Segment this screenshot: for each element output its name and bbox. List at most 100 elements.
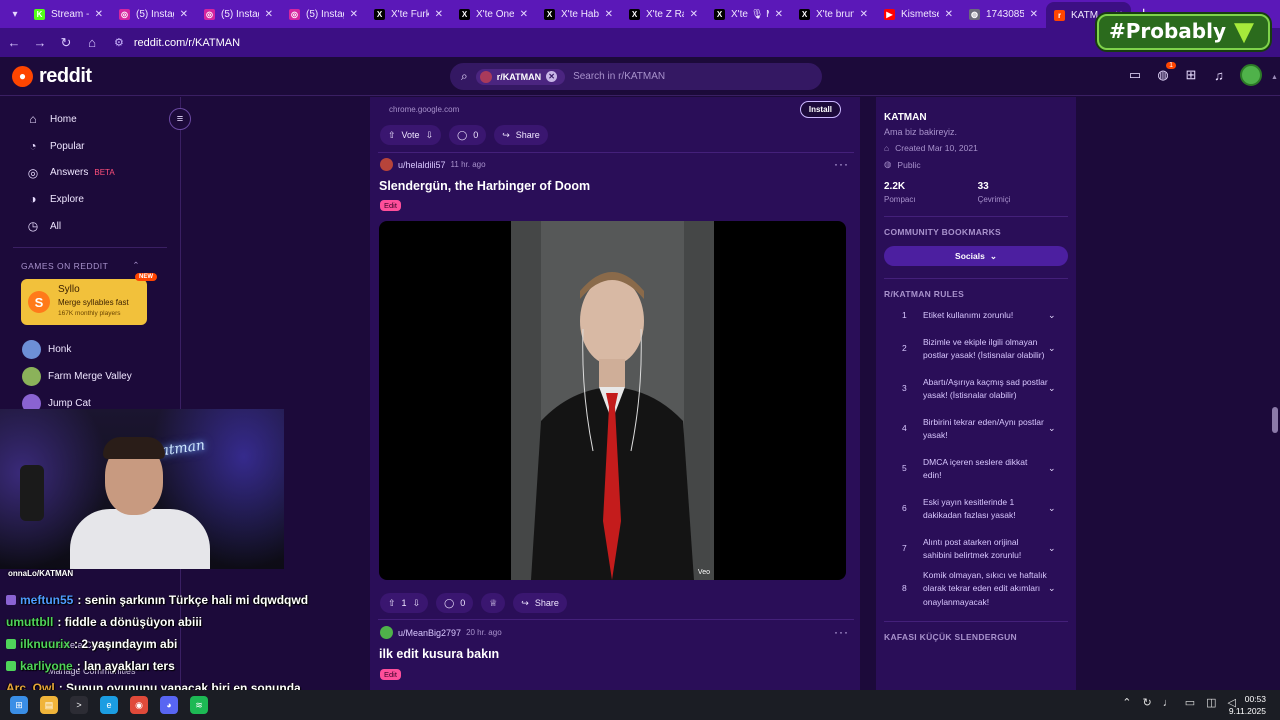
install-button[interactable]: Install	[799, 100, 841, 118]
browser-tab[interactable]: X X'te Haber ✕	[536, 2, 621, 26]
chevron-down-icon[interactable]: ⌄	[1048, 582, 1068, 595]
browser-tab[interactable]: K Stream - K ✕	[26, 2, 111, 26]
close-tab-icon[interactable]: ✕	[860, 9, 868, 20]
socials-button[interactable]: Socials ⌄	[884, 246, 1068, 266]
rule-item[interactable]: 5 DMCA içeren seslere dikkat edin! ⌄	[884, 449, 1068, 489]
upvote-icon[interactable]: ⇧	[388, 598, 396, 609]
display-icon[interactable]: ▭	[1185, 696, 1195, 709]
terminal-icon[interactable]: >	[70, 696, 88, 714]
rule-item[interactable]: 1 Etiket kullanımı zorunlu! ⌄	[884, 303, 1068, 329]
close-tab-icon[interactable]: ✕	[180, 9, 188, 20]
sidebar-item-explore[interactable]: ◑ Explore	[0, 186, 180, 213]
chat-icon[interactable]: ◍ 1	[1156, 62, 1176, 83]
user-avatar[interactable]	[1240, 64, 1262, 86]
rule-item[interactable]: 2 Bizimle ve ekiple ilgili olmayan postla…	[884, 329, 1068, 369]
downvote-icon[interactable]: ⇩	[413, 598, 421, 609]
more-options-icon[interactable]: ···	[834, 625, 849, 639]
sidebar-item-popular[interactable]: ◔ Popular	[0, 133, 180, 160]
close-tab-icon[interactable]: ✕	[95, 9, 103, 20]
discord-icon[interactable]: ◕	[160, 696, 178, 714]
vote-button[interactable]: ⇧ 1 ⇩	[380, 593, 429, 613]
games-section-header[interactable]: GAMES ON REDDIT ⌃	[0, 256, 180, 271]
ad-domain[interactable]: chrome.google.com	[389, 105, 459, 114]
browser-tab[interactable]: X X'te Onedi ✕	[451, 2, 536, 26]
rule-item[interactable]: 8 Komik olmayan, sıkıcı ve haftalık olara…	[884, 569, 1068, 609]
scroll-up-icon[interactable]: ▲	[1271, 74, 1278, 81]
spotify-icon[interactable]: ≋	[190, 696, 208, 714]
post-author[interactable]: u/helaldili57	[398, 160, 446, 170]
site-info-icon[interactable]: ⚙	[114, 36, 124, 49]
chrome-icon[interactable]: ◉	[130, 696, 148, 714]
reddit-logo[interactable]: ● reddit	[12, 65, 92, 88]
notifications-icon[interactable]: ♫	[1212, 68, 1226, 83]
user-avatar-icon[interactable]	[380, 158, 393, 171]
user-avatar-icon[interactable]	[380, 626, 393, 639]
chevron-down-icon[interactable]: ⌄	[1048, 462, 1068, 475]
game-item[interactable]: Honk	[0, 336, 180, 363]
share-button[interactable]: ↪ Share	[494, 125, 548, 145]
chevron-down-icon[interactable]: ⌄	[1048, 502, 1068, 515]
browser-tab[interactable]: X X'te 🎙 M ✕	[706, 2, 791, 26]
browser-tab[interactable]: ◎ (5) Instagr ✕	[281, 2, 366, 26]
scrollbar-thumb[interactable]	[1272, 407, 1278, 433]
close-tab-icon[interactable]: ✕	[775, 9, 783, 20]
vote-button[interactable]: ⇧ Vote ⇩	[380, 125, 442, 145]
microphone-tray-icon[interactable]: ♩	[1163, 697, 1174, 709]
game-item[interactable]: Farm Merge Valley	[0, 363, 180, 390]
close-tab-icon[interactable]: ✕	[350, 9, 358, 20]
browser-tab[interactable]: ▶ Kismetse C ✕	[876, 2, 961, 26]
sidebar-item-all[interactable]: ◷ All	[0, 213, 180, 240]
post-author[interactable]: u/MeanBig2797	[398, 628, 461, 638]
award-button[interactable]: ♕	[481, 593, 506, 613]
browser-tab[interactable]: X X'te Z Rap ✕	[621, 2, 706, 26]
post-title[interactable]: ilk edit kusura bakın	[379, 647, 499, 661]
rule-item[interactable]: 7 Alıntı post atarken orijinal sahibini b…	[884, 529, 1068, 569]
comments-button[interactable]: ◯ 0	[436, 593, 474, 613]
chevron-up-icon[interactable]: ⌃	[132, 260, 140, 271]
advertise-icon[interactable]: ▭	[1128, 67, 1142, 83]
rule-item[interactable]: 6 Eski yayın kesitlerinde 1 dakikadan faz…	[884, 489, 1068, 529]
post-flair[interactable]: Edit	[380, 200, 401, 211]
page-scrollbar[interactable]	[1270, 97, 1280, 720]
rule-item[interactable]: 4 Birbirini tekrar eden/Aynı postlar yasa…	[884, 409, 1068, 449]
home-button-icon[interactable]: ⌂	[80, 35, 104, 50]
chevron-up-icon[interactable]: ⌃	[1122, 696, 1131, 709]
close-tab-icon[interactable]: ✕	[690, 9, 698, 20]
chevron-down-icon[interactable]: ⌄	[1048, 382, 1068, 395]
taskbar-clock[interactable]: 00:53 9.11.2025	[1229, 693, 1266, 717]
back-icon[interactable]: ←	[2, 35, 26, 50]
clear-scope-icon[interactable]: ✕	[546, 71, 558, 82]
search-bar[interactable]: ⌕ r/KATMAN ✕ Search in r/KATMAN	[450, 63, 822, 90]
rule-item[interactable]: 3 Abartı/Aşırıya kaçmış sad postlar yasak…	[884, 369, 1068, 409]
chevron-down-icon[interactable]: ⌄	[1048, 542, 1068, 555]
network-icon[interactable]: ◫	[1206, 696, 1216, 709]
close-tab-icon[interactable]: ✕	[435, 9, 443, 20]
downvote-icon[interactable]: ⇩	[426, 130, 434, 141]
browser-tab[interactable]: ◎ (5) Instagr ✕	[111, 2, 196, 26]
edge-icon[interactable]: e	[100, 696, 118, 714]
post-flair[interactable]: Edit	[380, 669, 401, 680]
chevron-down-icon[interactable]: ⌄	[1048, 422, 1068, 435]
sidebar-item-home[interactable]: ⌂ Home	[0, 106, 180, 133]
file-explorer-icon[interactable]: ▤	[40, 696, 58, 714]
reload-icon[interactable]: ↻	[54, 35, 78, 51]
search-input[interactable]: Search in r/KATMAN	[573, 71, 665, 82]
tab-search-icon[interactable]: ▾	[4, 3, 26, 25]
close-tab-icon[interactable]: ✕	[520, 9, 528, 20]
more-options-icon[interactable]: ···	[834, 157, 849, 171]
post-media[interactable]: Veo	[379, 221, 846, 580]
close-tab-icon[interactable]: ✕	[1030, 9, 1038, 20]
chevron-down-icon[interactable]: ⌄	[1048, 342, 1068, 355]
browser-tab[interactable]: ◎ (5) Instagr ✕	[196, 2, 281, 26]
search-scope-chip[interactable]: r/KATMAN ✕	[475, 68, 566, 85]
post-title[interactable]: Slendergün, the Harbinger of Doom	[379, 179, 590, 193]
close-tab-icon[interactable]: ✕	[945, 9, 953, 20]
browser-tab[interactable]: X X'te Furkan ✕	[366, 2, 451, 26]
chevron-down-icon[interactable]: ⌄	[1048, 309, 1068, 322]
close-tab-icon[interactable]: ✕	[605, 9, 613, 20]
forward-icon[interactable]: →	[28, 35, 52, 50]
browser-tab[interactable]: X X'te brunn ✕	[791, 2, 876, 26]
close-tab-icon[interactable]: ✕	[265, 9, 273, 20]
featured-game-card[interactable]: S Syllo Merge syllables fast 167K monthl…	[21, 273, 157, 326]
comments-button[interactable]: ◯ 0	[449, 125, 487, 145]
